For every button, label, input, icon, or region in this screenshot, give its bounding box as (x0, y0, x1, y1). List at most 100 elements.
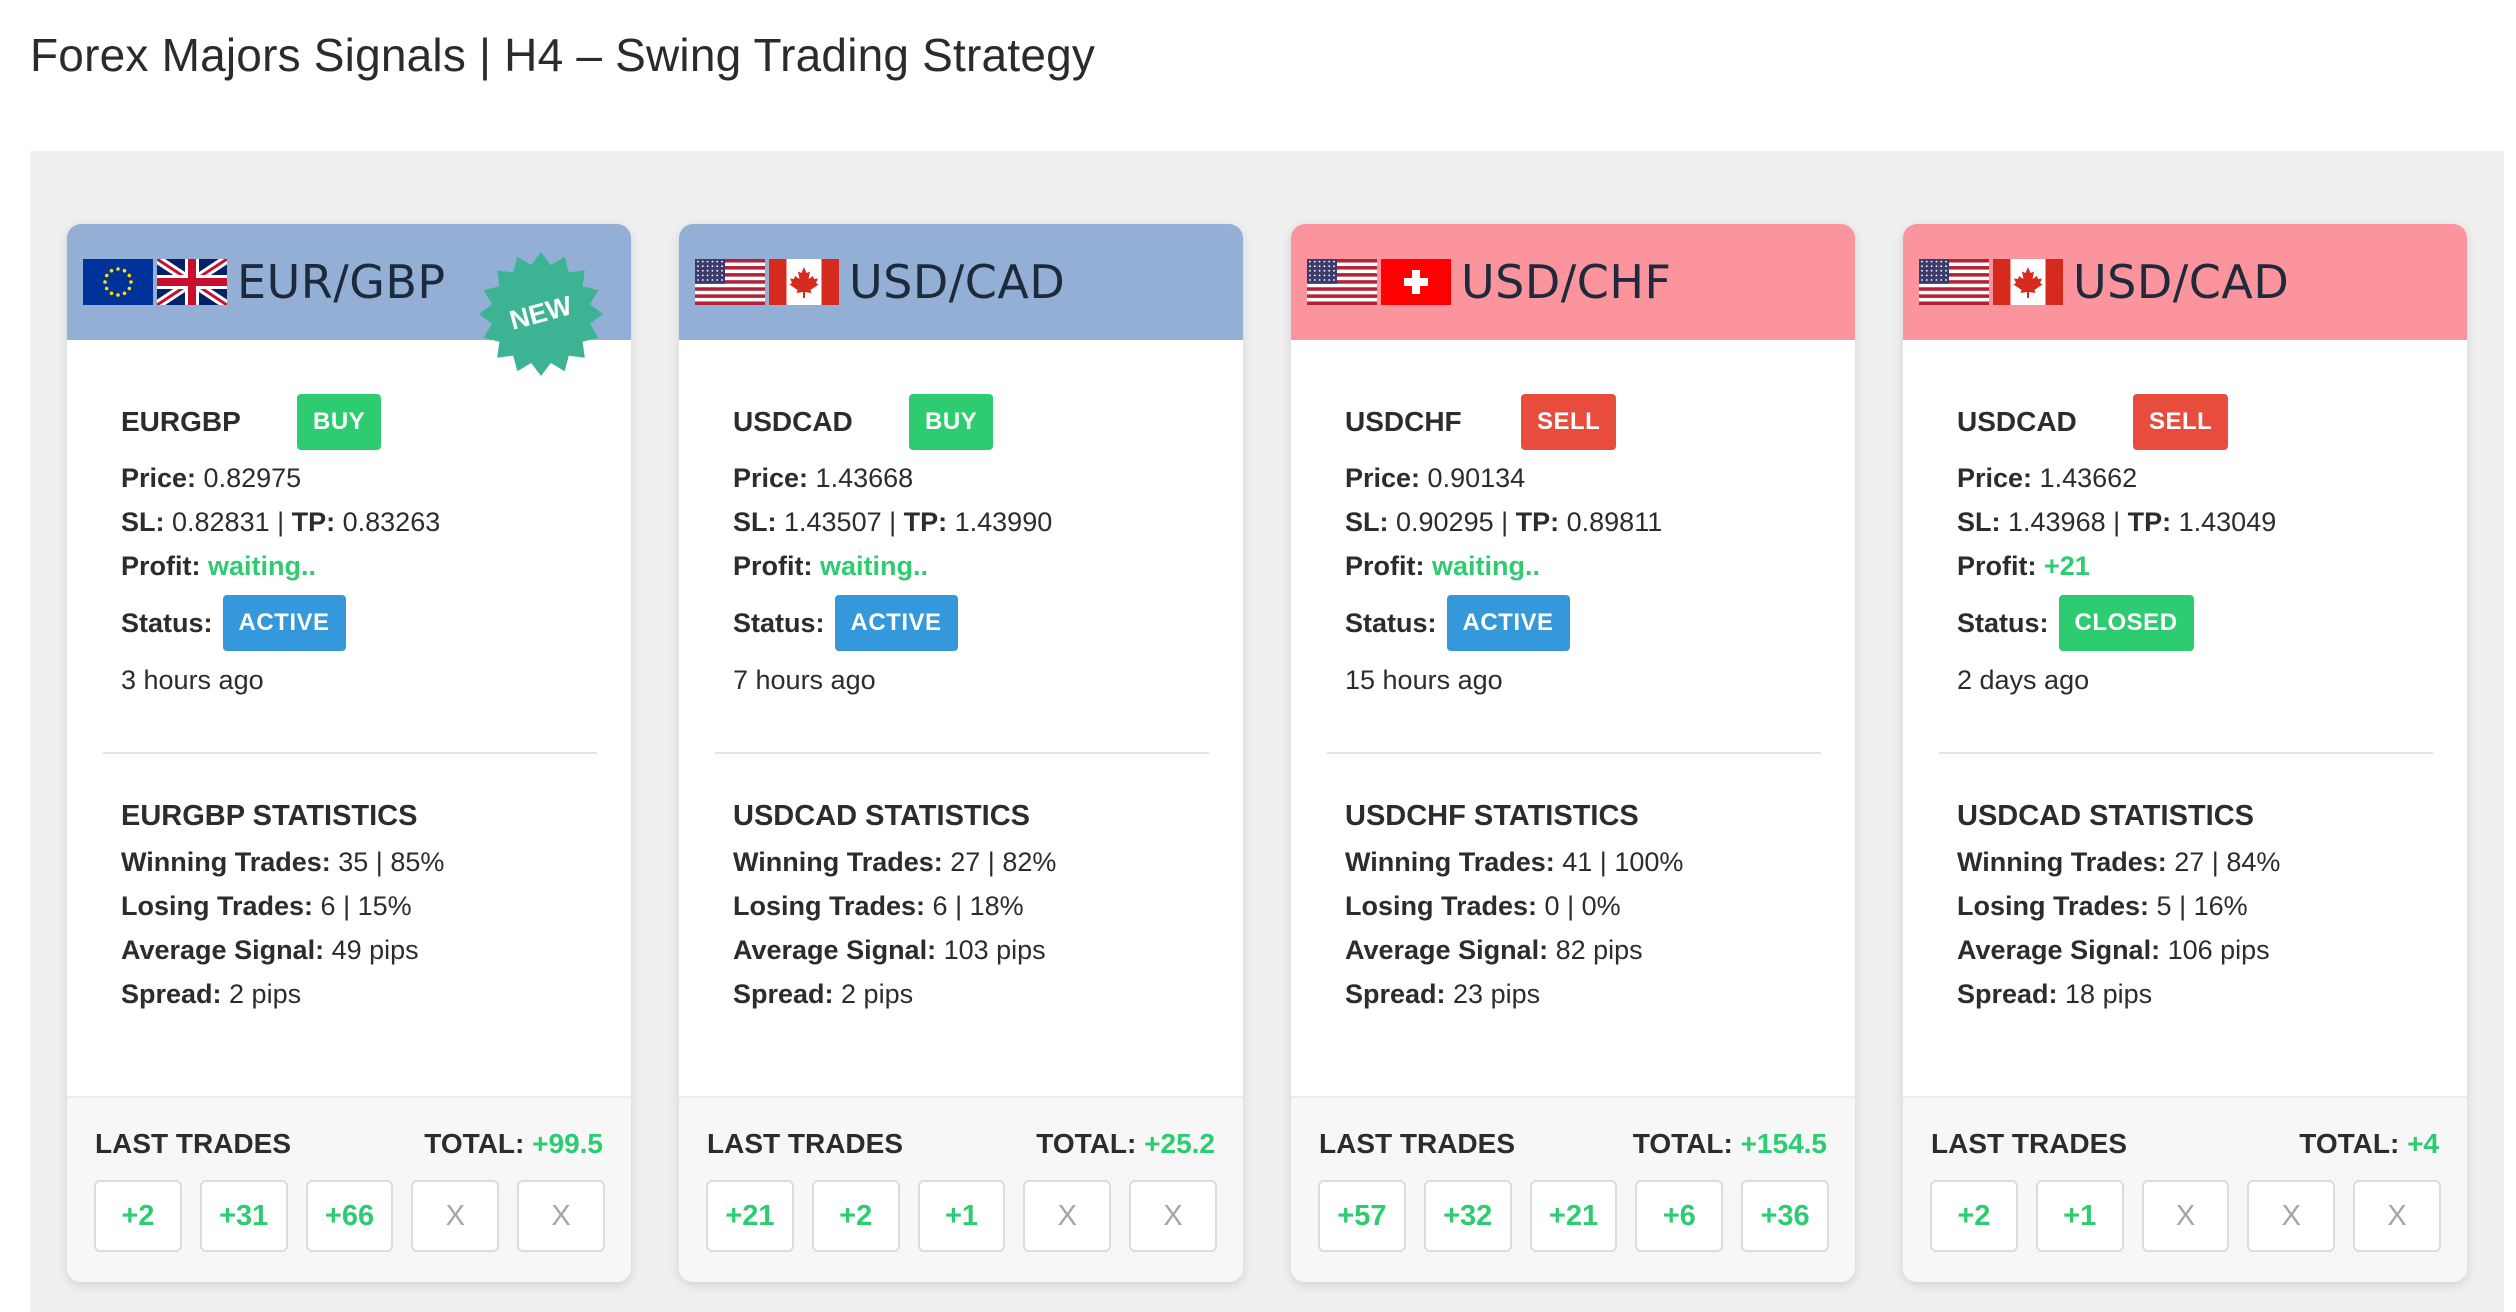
spread-label: Spread: (1345, 979, 1446, 1009)
last-trade-button[interactable]: +66 (305, 1180, 394, 1252)
average-signal: Average Signal: 103 pips (733, 935, 1207, 965)
losing-trades-label: Losing Trades: (121, 891, 314, 921)
average-signal-value: 106 pips (2160, 935, 2270, 965)
losing-trades-value: 6 | 18% (925, 891, 1024, 921)
spread-value: 23 pips (1445, 979, 1541, 1009)
profit-label: Profit: (121, 551, 201, 581)
pair-title: USD/CAD (849, 255, 1066, 309)
price-value: 1.43662 (2032, 463, 2138, 493)
time-ago: 15 hours ago (1345, 665, 1503, 695)
pair-title: USD/CHF (1461, 255, 1672, 309)
statistics-title: EURGBP STATISTICS (121, 800, 418, 832)
last-trade-button[interactable]: X (411, 1180, 500, 1252)
divider (103, 752, 597, 754)
total-value: +4 (2399, 1128, 2439, 1159)
pair-title: EUR/GBP (237, 255, 446, 309)
last-trade-button[interactable]: X (1129, 1180, 1217, 1252)
ch-flag-icon (1381, 259, 1451, 305)
divider (715, 752, 1209, 754)
spread-label: Spread: (121, 979, 222, 1009)
profit-line: Profit: +21 (1957, 550, 2431, 582)
winning-trades-label: Winning Trades: (121, 847, 331, 877)
last-trade-button[interactable]: X (1023, 1180, 1112, 1252)
last-trade-button[interactable]: +6 (1635, 1180, 1724, 1252)
last-trade-button[interactable]: +2 (811, 1180, 900, 1252)
last-trades-footer: LAST TRADES TOTAL: +4 +2 +1 X X X (1903, 1096, 2467, 1282)
profit-label: Profit: (1345, 551, 1425, 581)
price-value: 1.43668 (808, 463, 914, 493)
average-signal: Average Signal: 82 pips (1345, 935, 1819, 965)
last-trade-button[interactable]: +57 (1318, 1180, 1406, 1252)
time-ago: 3 hours ago (121, 665, 264, 695)
signal-card: USD/CAD USDCAD SELL Price: 1.43662 SL: 1… (1903, 224, 2467, 1282)
sl-value: 1.43507 | (776, 507, 904, 537)
price-label: Price: (1957, 463, 2033, 493)
last-trade-button[interactable]: +1 (917, 1180, 1006, 1252)
average-signal-label: Average Signal: (1957, 935, 2161, 965)
losing-trades-value: 0 | 0% (1537, 891, 1621, 921)
winning-trades: Winning Trades: 41 | 100% (1345, 847, 1819, 877)
sl-tp-line: SL: 1.43968 | TP: 1.43049 (1957, 506, 2431, 538)
last-trade-button[interactable]: +2 (1930, 1180, 2018, 1252)
tp-label: TP: (2127, 507, 2172, 537)
spread-value: 2 pips (221, 979, 302, 1009)
status-label: Status: (121, 607, 213, 638)
price-label: Price: (121, 463, 197, 493)
status-line: Status: ACTIVE (121, 594, 595, 652)
card-header: EUR/GBP NEW (67, 224, 631, 376)
winning-trades: Winning Trades: 35 | 85% (121, 847, 595, 877)
statistics-section: USDCAD STATISTICS Winning Trades: 27 | 8… (679, 800, 1243, 1009)
last-trade-button[interactable]: +1 (2035, 1180, 2124, 1252)
last-trade-button[interactable]: +31 (199, 1180, 288, 1252)
direction-badge: BUY (909, 394, 994, 450)
divider (1327, 752, 1821, 754)
signal-card: EUR/GBP NEW EURGBP BUY Price: 0.82975 SL… (67, 224, 631, 1282)
last-trade-button[interactable]: +32 (1423, 1180, 1512, 1252)
total-label: TOTAL: (2299, 1128, 2400, 1159)
total-label: TOTAL: (1632, 1128, 1733, 1159)
last-trades-footer: LAST TRADES TOTAL: +99.5 +2 +31 +66 X X (67, 1096, 631, 1282)
profit-value: +21 (2036, 551, 2090, 581)
losing-trades-label: Losing Trades: (1957, 891, 2150, 921)
last-trade-button[interactable]: X (2141, 1180, 2230, 1252)
last-trade-button[interactable]: X (2247, 1180, 2336, 1252)
last-trade-button[interactable]: +21 (1529, 1180, 1618, 1252)
last-trade-button[interactable]: X (2353, 1180, 2441, 1252)
spread-label: Spread: (733, 979, 834, 1009)
signal-card: USD/CAD USDCAD BUY Price: 1.43668 SL: 1.… (679, 224, 1243, 1282)
winning-trades: Winning Trades: 27 | 84% (1957, 847, 2431, 877)
last-trade-button[interactable]: +36 (1741, 1180, 1829, 1252)
last-trade-button[interactable]: +2 (94, 1180, 182, 1252)
price-line: Price: 0.82975 (121, 462, 595, 494)
card-header: USD/CAD (1903, 224, 2467, 340)
losing-trades-value: 5 | 16% (2149, 891, 2248, 921)
price-line: Price: 1.43662 (1957, 462, 2431, 494)
card-header: USD/CHF (1291, 224, 1855, 340)
status-line: Status: CLOSED (1957, 594, 2431, 652)
pair-title: USD/CAD (2073, 255, 2290, 309)
price-value: 0.90134 (1420, 463, 1526, 493)
last-trade-button[interactable]: +21 (706, 1180, 794, 1252)
price-label: Price: (1345, 463, 1421, 493)
price-label: Price: (733, 463, 809, 493)
profit-value: waiting.. (812, 551, 928, 581)
status-line: Status: ACTIVE (1345, 594, 1819, 652)
sl-tp-line: SL: 0.90295 | TP: 0.89811 (1345, 506, 1819, 538)
statistics-section: USDCAD STATISTICS Winning Trades: 27 | 8… (1903, 800, 2467, 1009)
losing-trades: Losing Trades: 0 | 0% (1345, 891, 1819, 921)
us-flag-icon (1307, 259, 1377, 305)
profit-value: waiting.. (200, 551, 316, 581)
total-label: TOTAL: (1036, 1128, 1137, 1159)
tp-label: TP: (903, 507, 948, 537)
sl-label: SL: (1345, 507, 1389, 537)
direction-badge: BUY (297, 394, 382, 450)
status-badge: ACTIVE (1446, 595, 1570, 651)
average-signal-label: Average Signal: (733, 935, 937, 965)
spread: Spread: 2 pips (121, 979, 595, 1009)
last-trade-button[interactable]: X (517, 1180, 605, 1252)
total: TOTAL: +154.5 (1633, 1128, 1827, 1160)
direction-badge: SELL (2133, 394, 2229, 450)
us-flag-icon (695, 259, 765, 305)
winning-trades-label: Winning Trades: (733, 847, 943, 877)
signal-details: USDCHF SELL Price: 0.90134 SL: 0.90295 |… (1291, 394, 1855, 696)
